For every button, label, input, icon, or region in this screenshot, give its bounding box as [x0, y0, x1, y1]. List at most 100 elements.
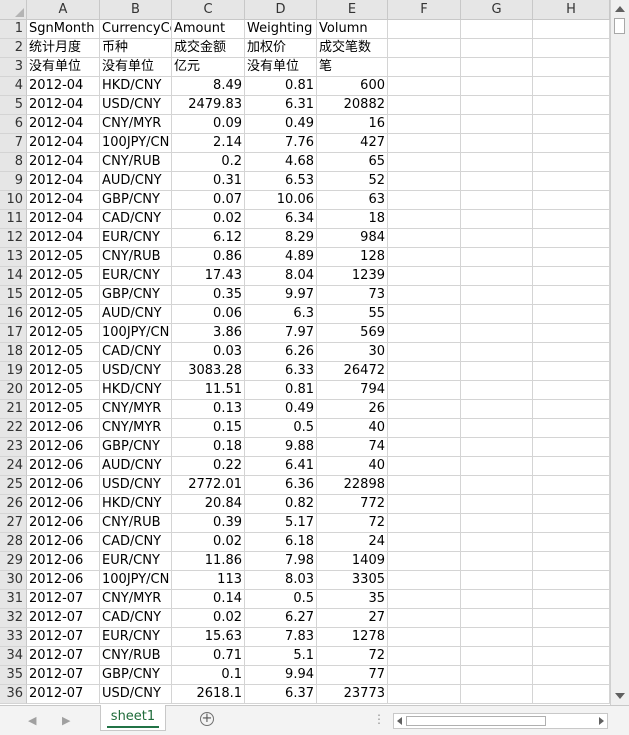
cell-d19[interactable]: 6.33 [245, 362, 317, 381]
cell-e1[interactable]: Volumn [317, 20, 388, 39]
cell-d31[interactable]: 0.5 [245, 590, 317, 609]
horizontal-scrollbar[interactable] [393, 713, 608, 729]
row-header[interactable]: 3 [0, 58, 27, 77]
cell-d30[interactable]: 8.03 [245, 571, 317, 590]
cell-b15[interactable]: GBP/CNY [100, 286, 172, 305]
cell-g26[interactable] [461, 495, 533, 514]
cell-c32[interactable]: 0.02 [172, 609, 245, 628]
cell-e31[interactable]: 35 [317, 590, 388, 609]
row-header[interactable]: 13 [0, 248, 27, 267]
cell-f30[interactable] [388, 571, 461, 590]
cell-f12[interactable] [388, 229, 461, 248]
cell-d1[interactable]: Weighting [245, 20, 317, 39]
cell-g16[interactable] [461, 305, 533, 324]
cell-d23[interactable]: 9.88 [245, 438, 317, 457]
cell-d35[interactable]: 9.94 [245, 666, 317, 685]
cell-g20[interactable] [461, 381, 533, 400]
prev-sheet-icon[interactable]: ◀ [28, 714, 36, 727]
cell-c29[interactable]: 11.86 [172, 552, 245, 571]
cell-h34[interactable] [533, 647, 610, 666]
cell-d22[interactable]: 0.5 [245, 419, 317, 438]
cell-a10[interactable]: 2012-04 [27, 191, 100, 210]
cell-c20[interactable]: 11.51 [172, 381, 245, 400]
cell-h5[interactable] [533, 96, 610, 115]
cell-f36[interactable] [388, 685, 461, 704]
cell-e3[interactable]: 笔 [317, 58, 388, 77]
cell-c36[interactable]: 2618.1 [172, 685, 245, 704]
cell-a3[interactable]: 没有单位 [27, 58, 100, 77]
cell-b9[interactable]: AUD/CNY [100, 172, 172, 191]
cell-d8[interactable]: 4.68 [245, 153, 317, 172]
cell-f19[interactable] [388, 362, 461, 381]
cell-b10[interactable]: GBP/CNY [100, 191, 172, 210]
cell-c21[interactable]: 0.13 [172, 400, 245, 419]
cell-a33[interactable]: 2012-07 [27, 628, 100, 647]
cell-c10[interactable]: 0.07 [172, 191, 245, 210]
cell-g4[interactable] [461, 77, 533, 96]
cell-a36[interactable]: 2012-07 [27, 685, 100, 704]
row-header[interactable]: 9 [0, 172, 27, 191]
cell-e36[interactable]: 23773 [317, 685, 388, 704]
column-header-a[interactable]: A [27, 0, 100, 20]
cell-a22[interactable]: 2012-06 [27, 419, 100, 438]
cell-c30[interactable]: 113 [172, 571, 245, 590]
cell-a9[interactable]: 2012-04 [27, 172, 100, 191]
cell-a18[interactable]: 2012-05 [27, 343, 100, 362]
cell-e24[interactable]: 40 [317, 457, 388, 476]
cell-f16[interactable] [388, 305, 461, 324]
cell-d36[interactable]: 6.37 [245, 685, 317, 704]
cell-b17[interactable]: 100JPY/CN [100, 324, 172, 343]
cell-g11[interactable] [461, 210, 533, 229]
cell-b26[interactable]: HKD/CNY [100, 495, 172, 514]
cell-g35[interactable] [461, 666, 533, 685]
cell-h32[interactable] [533, 609, 610, 628]
cell-c13[interactable]: 0.86 [172, 248, 245, 267]
cell-e22[interactable]: 40 [317, 419, 388, 438]
cell-h2[interactable] [533, 39, 610, 58]
cell-g2[interactable] [461, 39, 533, 58]
cell-a1[interactable]: SgnMonth [27, 20, 100, 39]
cell-g23[interactable] [461, 438, 533, 457]
spreadsheet-grid[interactable]: ABCDEFGH 1 2 3 4 5 6 7 8 9 10 11 12 13 14 15 16 17 18 19 20… [0, 0, 610, 705]
cell-b21[interactable]: CNY/MYR [100, 400, 172, 419]
cell-c2[interactable]: 成交金额 [172, 39, 245, 58]
cell-h33[interactable] [533, 628, 610, 647]
cell-e30[interactable]: 3305 [317, 571, 388, 590]
cell-e10[interactable]: 63 [317, 191, 388, 210]
row-header[interactable]: 16 [0, 305, 27, 324]
cell-b33[interactable]: EUR/CNY [100, 628, 172, 647]
cell-f1[interactable] [388, 20, 461, 39]
cell-f35[interactable] [388, 666, 461, 685]
cell-g15[interactable] [461, 286, 533, 305]
cell-c34[interactable]: 0.71 [172, 647, 245, 666]
cell-a32[interactable]: 2012-07 [27, 609, 100, 628]
cell-h14[interactable] [533, 267, 610, 286]
cell-d12[interactable]: 8.29 [245, 229, 317, 248]
scroll-up-icon[interactable] [615, 6, 625, 12]
cell-g30[interactable] [461, 571, 533, 590]
cell-e8[interactable]: 65 [317, 153, 388, 172]
cell-b23[interactable]: GBP/CNY [100, 438, 172, 457]
cell-a24[interactable]: 2012-06 [27, 457, 100, 476]
cell-c28[interactable]: 0.02 [172, 533, 245, 552]
cell-c1[interactable]: Amount [172, 20, 245, 39]
cell-e11[interactable]: 18 [317, 210, 388, 229]
row-header[interactable]: 4 [0, 77, 27, 96]
cell-e7[interactable]: 427 [317, 134, 388, 153]
cell-d34[interactable]: 5.1 [245, 647, 317, 666]
cell-d18[interactable]: 6.26 [245, 343, 317, 362]
cell-f17[interactable] [388, 324, 461, 343]
cell-f32[interactable] [388, 609, 461, 628]
cell-a8[interactable]: 2012-04 [27, 153, 100, 172]
cell-e21[interactable]: 26 [317, 400, 388, 419]
cell-d17[interactable]: 7.97 [245, 324, 317, 343]
row-header[interactable]: 6 [0, 115, 27, 134]
cell-d4[interactable]: 0.81 [245, 77, 317, 96]
cell-e25[interactable]: 22898 [317, 476, 388, 495]
cell-b30[interactable]: 100JPY/CN [100, 571, 172, 590]
cell-a35[interactable]: 2012-07 [27, 666, 100, 685]
cell-f33[interactable] [388, 628, 461, 647]
row-header[interactable]: 2 [0, 39, 27, 58]
row-header[interactable]: 21 [0, 400, 27, 419]
cell-g32[interactable] [461, 609, 533, 628]
